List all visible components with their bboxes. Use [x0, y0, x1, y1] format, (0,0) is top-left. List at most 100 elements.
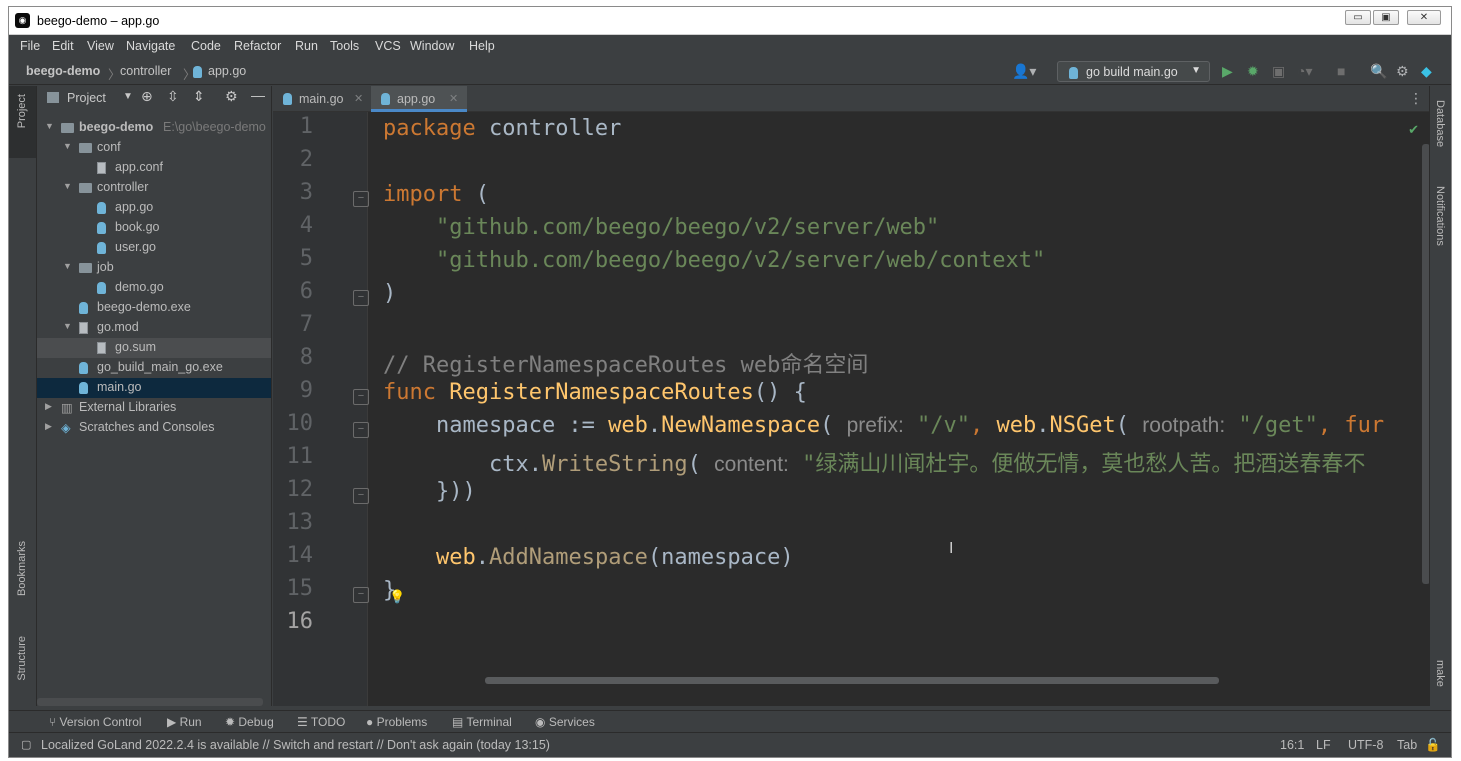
- fold-marker-icon[interactable]: −: [353, 587, 369, 603]
- collapse-all-icon[interactable]: ⇕: [193, 88, 205, 105]
- locate-icon[interactable]: ⊕: [141, 88, 153, 105]
- profile-icon[interactable]: ◔▾: [1297, 63, 1312, 80]
- structure-tool-tab[interactable]: Structure: [16, 636, 28, 681]
- tab-app-go[interactable]: app.go ✕: [371, 86, 467, 112]
- menu-vcs[interactable]: VCS: [375, 39, 401, 53]
- user-icon[interactable]: 👤▾: [1012, 63, 1036, 80]
- tree-item[interactable]: ▶ ◈ Scratches and Consoles: [37, 418, 271, 438]
- code-token: ,: [970, 413, 997, 438]
- file-encoding[interactable]: UTF-8: [1348, 738, 1383, 752]
- services-tool[interactable]: ◉ Services: [535, 715, 595, 729]
- stop-icon[interactable]: ■: [1337, 63, 1345, 79]
- breadcrumb-project[interactable]: beego-demo: [26, 64, 100, 78]
- tree-item[interactable]: ▼ controller: [37, 178, 271, 198]
- code-content[interactable]: package controller import ( "github.com/b…: [375, 112, 1431, 706]
- terminal-icon: ▤: [452, 715, 467, 729]
- menu-navigate[interactable]: Navigate: [126, 39, 175, 53]
- breadcrumb-file[interactable]: app.go: [208, 64, 246, 78]
- tree-item[interactable]: go.sum: [37, 338, 271, 358]
- close-icon[interactable]: ✕: [354, 92, 363, 105]
- chevron-down-icon[interactable]: ▼: [123, 91, 133, 102]
- run-tool[interactable]: ▶ Run: [167, 715, 202, 729]
- chevron-right-icon[interactable]: ▶: [45, 401, 52, 412]
- lock-icon[interactable]: 🔓: [1425, 738, 1441, 753]
- tree-item[interactable]: ▼ beego-demo E:\go\beego-demo: [37, 118, 271, 138]
- tree-item[interactable]: ▼ conf: [37, 138, 271, 158]
- run-config-selector[interactable]: go build main.go ▼: [1057, 61, 1210, 82]
- tree-item[interactable]: ▼ job: [37, 258, 271, 278]
- menu-code[interactable]: Code: [191, 39, 221, 53]
- chevron-down-icon[interactable]: ▼: [45, 121, 54, 131]
- bookmarks-tool-tab[interactable]: Bookmarks: [16, 541, 28, 596]
- expand-all-icon[interactable]: ⇳: [167, 88, 179, 105]
- horizontal-scrollbar[interactable]: [485, 677, 1219, 684]
- fold-marker-icon[interactable]: −: [353, 422, 369, 438]
- status-message[interactable]: Localized GoLand 2022.2.4 is available /…: [41, 738, 550, 752]
- chevron-down-icon[interactable]: ▼: [63, 181, 72, 191]
- coverage-icon[interactable]: ▣: [1272, 63, 1285, 80]
- chevron-down-icon[interactable]: ▼: [63, 141, 72, 151]
- fold-marker-icon[interactable]: −: [353, 290, 369, 306]
- tree-item[interactable]: main.go: [37, 378, 271, 398]
- more-tabs-icon[interactable]: ⋮: [1409, 90, 1423, 107]
- menu-run[interactable]: Run: [295, 39, 318, 53]
- menu-help[interactable]: Help: [469, 39, 495, 53]
- code-line: namespace := web.NewNamespace( prefix: "…: [383, 413, 1384, 438]
- project-tool-tab[interactable]: Project: [9, 86, 36, 158]
- search-icon[interactable]: 🔍: [1370, 63, 1387, 80]
- fold-marker-icon[interactable]: −: [353, 191, 369, 207]
- terminal-tool[interactable]: ▤ Terminal: [452, 715, 512, 729]
- tree-item[interactable]: book.go: [37, 218, 271, 238]
- library-icon: ▥: [61, 401, 73, 415]
- indent-setting[interactable]: Tab: [1397, 738, 1417, 752]
- database-tool-tab[interactable]: Database: [1434, 100, 1446, 147]
- run-icon[interactable]: ▶: [1222, 63, 1233, 80]
- minimize-button[interactable]: ▭: [1345, 10, 1371, 25]
- chevron-right-icon[interactable]: ▶: [45, 421, 52, 432]
- tree-item-label: demo.go: [115, 280, 164, 294]
- notifications-tool-tab[interactable]: Notifications: [1434, 186, 1446, 246]
- todo-tool[interactable]: ☰ TODO: [297, 715, 345, 729]
- fold-marker-icon[interactable]: −: [353, 488, 369, 504]
- gear-icon[interactable]: ⚙: [225, 88, 238, 105]
- tab-main-go[interactable]: main.go ✕: [273, 86, 371, 112]
- tree-item[interactable]: demo.go: [37, 278, 271, 298]
- inspection-ok-icon[interactable]: ✔: [1408, 122, 1419, 138]
- chevron-down-icon[interactable]: ▼: [63, 321, 72, 331]
- project-tool-label: Project: [16, 94, 28, 129]
- gear-icon[interactable]: ⚙: [1396, 63, 1409, 80]
- caret-position[interactable]: 16:1: [1280, 738, 1304, 752]
- menu-tools[interactable]: Tools: [330, 39, 359, 53]
- version-control-tool[interactable]: ⑂ Version Control: [49, 715, 142, 729]
- hide-icon[interactable]: —: [251, 87, 265, 103]
- status-panel-icon[interactable]: ▢: [21, 738, 31, 751]
- line-separator[interactable]: LF: [1316, 738, 1331, 752]
- project-panel-title[interactable]: Project: [67, 91, 106, 105]
- tree-item[interactable]: ▶ ▥ External Libraries: [37, 398, 271, 418]
- tree-item[interactable]: beego-demo.exe: [37, 298, 271, 318]
- menu-refactor[interactable]: Refactor: [234, 39, 281, 53]
- menu-view[interactable]: View: [87, 39, 114, 53]
- chevron-down-icon[interactable]: ▼: [63, 261, 72, 271]
- tree-scrollbar[interactable]: [37, 698, 263, 706]
- close-button[interactable]: ✕: [1407, 10, 1441, 25]
- fold-marker-icon[interactable]: −: [353, 389, 369, 405]
- breadcrumb-folder[interactable]: controller: [120, 64, 171, 78]
- tree-item[interactable]: app.conf: [37, 158, 271, 178]
- make-tool-tab[interactable]: make: [1434, 660, 1446, 687]
- restore-button[interactable]: ▣: [1373, 10, 1399, 25]
- menu-file[interactable]: File: [20, 39, 40, 53]
- line-number: 8: [299, 345, 313, 370]
- toolbox-icon[interactable]: ◆: [1421, 63, 1432, 80]
- tree-item[interactable]: app.go: [37, 198, 271, 218]
- close-icon[interactable]: ✕: [449, 92, 458, 105]
- menu-edit[interactable]: Edit: [52, 39, 74, 53]
- debug-tool[interactable]: ✹ Debug: [225, 715, 274, 729]
- debug-icon[interactable]: ✹: [1247, 63, 1259, 80]
- tree-item[interactable]: go_build_main_go.exe: [37, 358, 271, 378]
- lightbulb-icon[interactable]: 💡: [389, 589, 405, 605]
- menu-window[interactable]: Window: [410, 39, 454, 53]
- tree-item[interactable]: user.go: [37, 238, 271, 258]
- problems-tool[interactable]: ● Problems: [366, 715, 427, 729]
- tree-item[interactable]: ▼ go.mod: [37, 318, 271, 338]
